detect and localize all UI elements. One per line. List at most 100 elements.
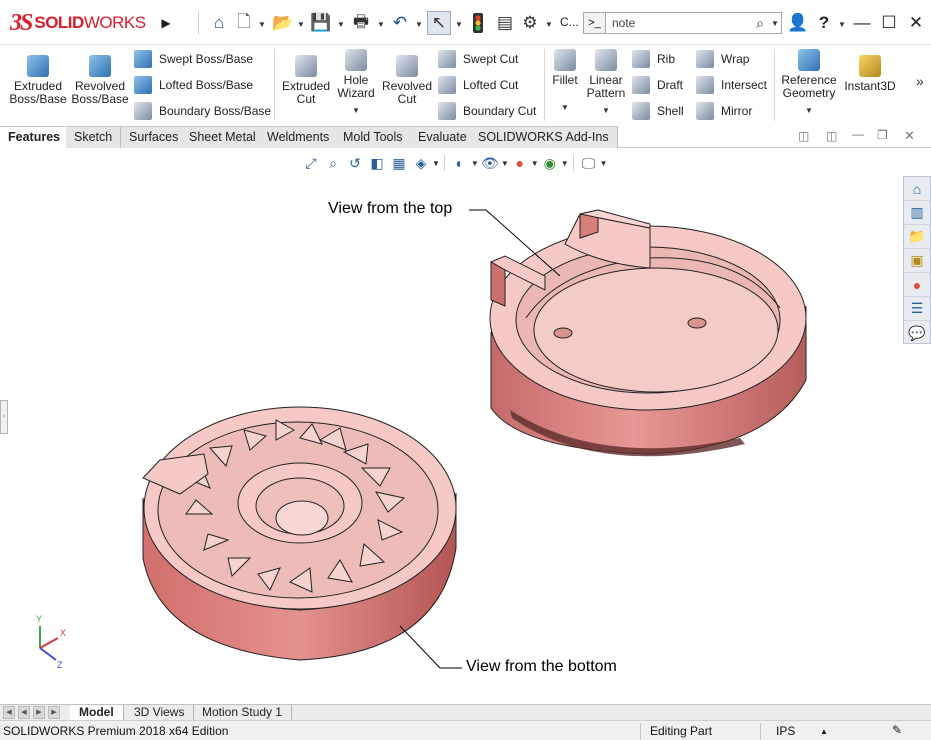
undo-icon[interactable]: ↶ [389,11,411,35]
view-palette-icon[interactable]: ▣ [904,249,930,273]
feature-manager-toggle[interactable]: › [0,400,8,434]
zoom-to-area-icon[interactable]: ⌕ [322,153,344,173]
tab-sketch[interactable]: Sketch [66,126,122,148]
chevron-down-icon[interactable]: ▼ [334,104,378,117]
chevron-down-icon[interactable]: ▼ [584,104,628,117]
chevron-up-icon[interactable]: ▲ [820,727,828,736]
chevron-down-icon[interactable]: ▼ [600,159,608,168]
last-tab-icon[interactable]: ▶ [48,706,60,719]
open-icon[interactable]: 📂 [272,11,294,35]
extruded-cut-button[interactable]: Extruded Cut [280,55,332,106]
apply-scene-icon[interactable]: ◉ [539,153,561,173]
maximize-icon[interactable]: ☐ [879,11,899,35]
new-document-icon[interactable]: 🗋 [234,11,254,35]
more-commands-icon[interactable]: » [916,73,924,89]
chevron-down-icon[interactable]: ▼ [377,20,385,29]
help-icon[interactable]: ? [814,11,834,35]
search-input[interactable] [606,16,749,30]
mirror-button[interactable]: Mirror [696,102,752,120]
boundary-cut-button[interactable]: Boundary Cut [438,102,536,120]
save-icon[interactable]: 💾 [310,11,332,35]
close-document-icon[interactable]: ✕ [904,128,915,144]
swept-cut-button[interactable]: Swept Cut [438,50,518,68]
design-library-icon[interactable]: ▥ [904,201,930,225]
wrap-button[interactable]: Wrap [696,50,749,68]
revolved-boss-button[interactable]: Revolved Boss/Base [70,55,130,106]
model-viewport[interactable]: Y X Z [0,148,903,704]
minimize-icon[interactable]: — [852,11,872,35]
part-top-view[interactable] [489,209,807,457]
chevron-down-icon[interactable]: ▼ [838,20,846,29]
chevron-down-icon[interactable]: ▼ [548,101,582,114]
solidworks-logo[interactable]: 3S SOLIDWORKS [10,8,155,38]
solidworks-resources-icon[interactable]: ⌂ [904,177,930,201]
options-gear-icon[interactable]: ⚙ [519,11,541,35]
chevron-down-icon[interactable]: ▼ [771,19,781,28]
tab-weldments[interactable]: Weldments [259,126,339,148]
select-pointer-icon[interactable]: ↖ [427,11,451,35]
next-document-icon[interactable]: ◫ [826,129,837,143]
boundary-boss-button[interactable]: Boundary Boss/Base [134,102,271,120]
rib-button[interactable]: Rib [632,50,675,68]
user-icon[interactable]: 👤 [787,11,808,35]
view-orientation-icon[interactable]: ◈ [410,153,432,173]
extruded-boss-button[interactable]: Extruded Boss/Base [8,55,68,106]
print-icon[interactable]: 🖶 [350,11,372,35]
command-search-box[interactable]: >_ ⌕ ▼ [583,12,782,34]
chevron-down-icon[interactable]: ▼ [780,104,838,117]
unit-system-label[interactable]: IPS [776,724,795,738]
menu-expand-arrow[interactable]: ▶ [158,12,174,34]
tab-3d-views[interactable]: 3D Views [125,705,195,721]
section-view-icon[interactable]: ◧ [366,153,388,173]
tab-sheet-metal[interactable]: Sheet Metal [181,126,265,148]
lofted-cut-button[interactable]: Lofted Cut [438,76,518,94]
tab-motion-study[interactable]: Motion Study 1 [193,705,293,721]
intersect-button[interactable]: Intersect [696,76,767,94]
chevron-down-icon[interactable]: ▼ [432,159,440,168]
tab-evaluate[interactable]: Evaluate [410,126,476,148]
chevron-down-icon[interactable]: ▼ [415,20,423,29]
chevron-down-icon[interactable]: ▼ [455,20,463,29]
chevron-down-icon[interactable]: ▼ [561,159,569,168]
chevron-down-icon[interactable]: ▼ [258,20,266,29]
instant3d-button[interactable]: Instant3D [842,55,898,93]
revolved-cut-button[interactable]: Revolved Cut [380,55,434,106]
chevron-down-icon[interactable]: ▼ [297,20,305,29]
tab-features[interactable]: Features [0,126,70,148]
forum-icon[interactable]: 💬 [904,321,930,345]
swept-boss-button[interactable]: Swept Boss/Base [134,50,253,68]
previous-tab-icon[interactable]: ◀ [18,706,30,719]
next-tab-icon[interactable]: ▶ [33,706,45,719]
dynamic-annotation-icon[interactable]: ▦ [388,153,410,173]
chevron-down-icon[interactable]: ▼ [471,159,479,168]
close-icon[interactable]: ✕ [906,11,926,35]
first-tab-icon[interactable]: ◀ [3,706,15,719]
graphics-area[interactable]: Y X Z View from the top View from the bo… [0,148,903,704]
part-bottom-view[interactable] [142,406,457,661]
fillet-button[interactable]: Fillet ▼ [548,49,582,114]
edit-appearance-icon[interactable]: ● [509,153,531,173]
shell-button[interactable]: Shell [632,102,684,120]
chevron-down-icon[interactable]: ▼ [545,20,553,29]
linear-pattern-button[interactable]: Linear Pattern ▼ [584,49,628,117]
view-settings-monitor-icon[interactable]: 🖵 [578,153,600,173]
tab-mold-tools[interactable]: Mold Tools [335,126,412,148]
truncated-menu-label[interactable]: C... [560,15,579,29]
search-icon[interactable]: ⌕ [749,15,771,32]
chevron-down-icon[interactable]: ▼ [531,159,539,168]
draft-button[interactable]: Draft [632,76,683,94]
tab-addins[interactable]: SOLIDWORKS Add-Ins [470,126,618,148]
previous-document-icon[interactable]: ◫ [798,129,809,143]
home-icon[interactable]: ⌂ [208,11,230,35]
lofted-boss-button[interactable]: Lofted Boss/Base [134,76,253,94]
minimize-document-icon[interactable]: — [852,127,864,141]
custom-properties-icon[interactable]: ☰ [904,297,930,321]
reference-geometry-button[interactable]: Reference Geometry ▼ [780,49,838,117]
rebuild-traffic-light-icon[interactable] [468,11,488,35]
chevron-down-icon[interactable]: ▼ [337,20,345,29]
tab-surfaces[interactable]: Surfaces [121,126,188,148]
display-style-icon[interactable]: ◐ [449,153,471,173]
hole-wizard-button[interactable]: Hole Wizard ▼ [334,49,378,117]
tab-model[interactable]: Model [70,705,124,721]
chevron-down-icon[interactable]: ▼ [501,159,509,168]
